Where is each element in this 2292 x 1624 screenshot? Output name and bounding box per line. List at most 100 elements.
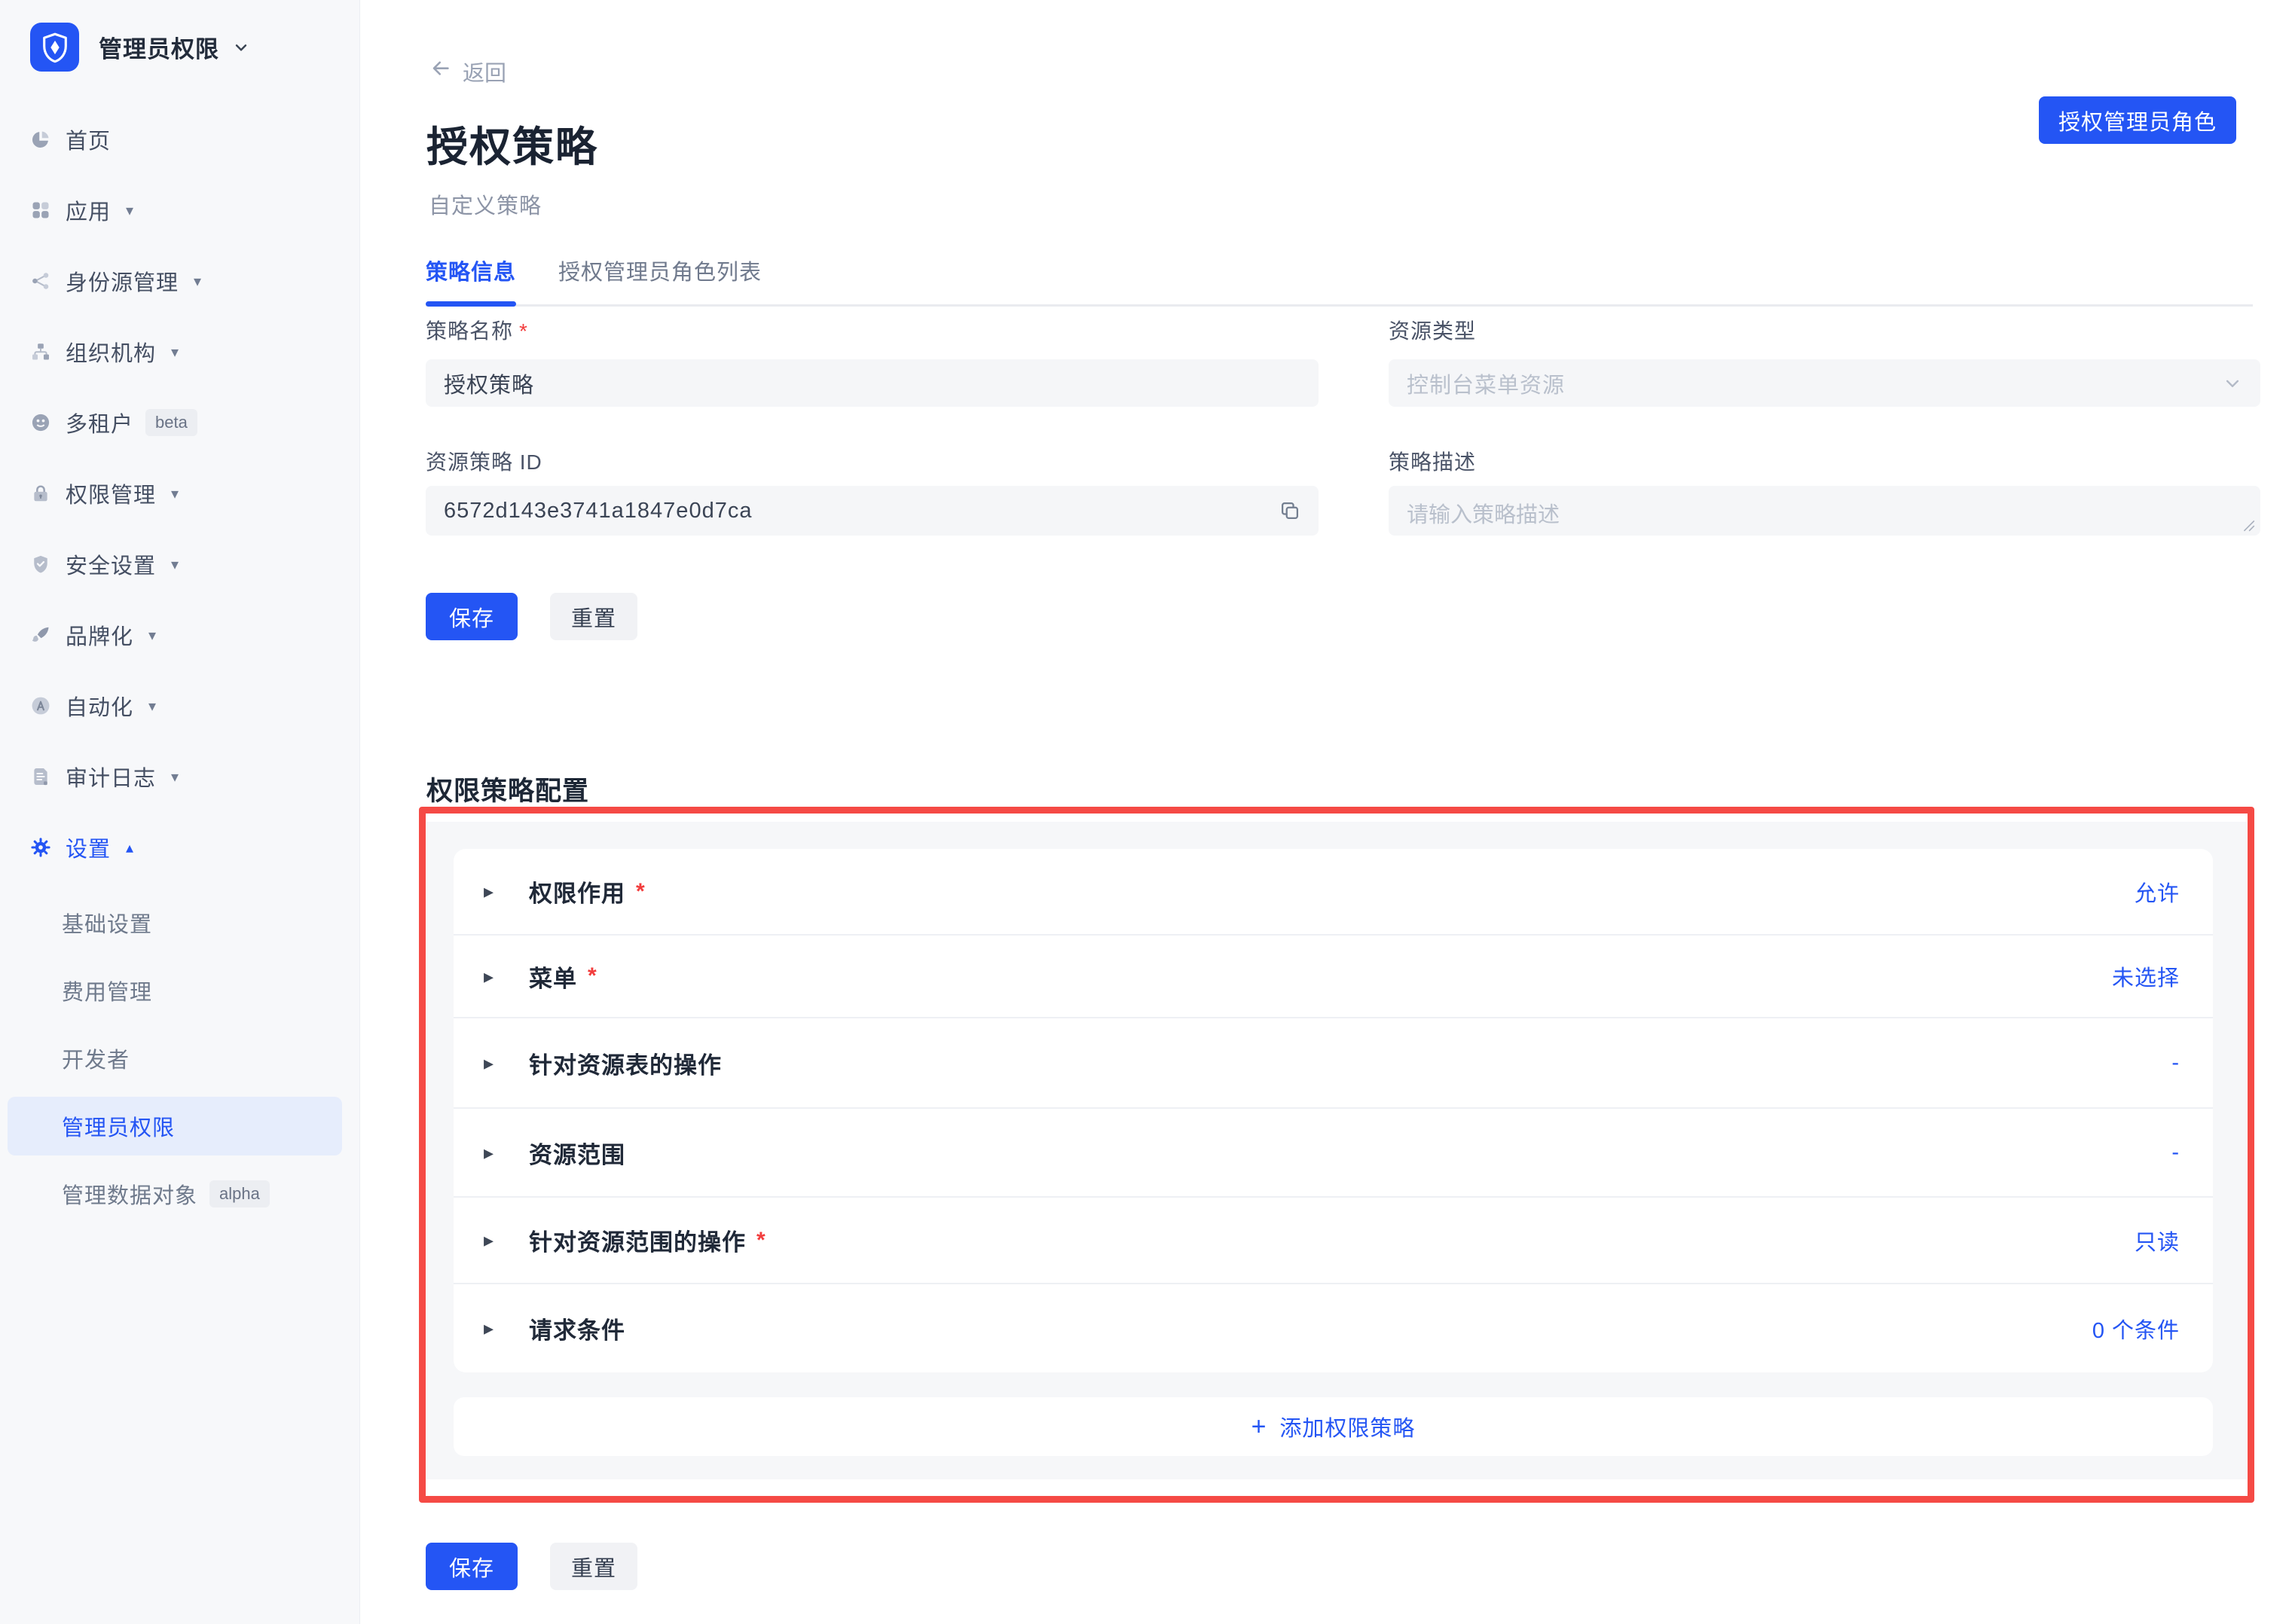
authorize-admin-role-button[interactable]: 授权管理员角色 <box>2039 96 2236 144</box>
save-button[interactable]: 保存 <box>426 593 518 640</box>
chevron-down-icon: ▾ <box>171 768 179 786</box>
chevron-down-icon: ▾ <box>171 343 179 362</box>
caret-right-icon[interactable]: ▸ <box>484 1317 508 1340</box>
sidebar-item-apps[interactable]: 应用 ▾ <box>0 195 360 225</box>
back-arrow-icon <box>429 57 452 86</box>
policy-row-resource-scope[interactable]: ▸ 资源范围 - <box>454 1109 2213 1198</box>
chevron-down-icon: ▾ <box>148 626 156 645</box>
required-asterisk: * <box>519 319 528 343</box>
plus-icon: + <box>1251 1412 1267 1442</box>
tab-policy-info[interactable]: 策略信息 <box>426 255 516 304</box>
sidebar-item-admin-permissions[interactable]: 管理员权限 <box>8 1097 342 1155</box>
sidebar-item-label: 应用 <box>66 194 111 226</box>
add-policy-button[interactable]: + 添加权限策略 <box>454 1397 2213 1456</box>
policy-desc-textarea[interactable] <box>1389 486 2260 536</box>
policy-name-label: 策略名称* <box>426 315 528 345</box>
app-switcher[interactable]: 管理员权限 <box>30 23 251 72</box>
sidebar-item-label: 审计日志 <box>66 761 156 792</box>
sub-item-label: 费用管理 <box>62 975 152 1006</box>
policy-row-request-conditions[interactable]: ▸ 请求条件 0 个条件 <box>454 1284 2213 1372</box>
resource-type-select[interactable]: 控制台菜单资源 <box>1389 359 2260 407</box>
sub-item-label: 基础设置 <box>62 907 152 939</box>
sidebar-item-label: 权限管理 <box>66 478 156 509</box>
org-tree-icon <box>30 341 51 362</box>
policy-name-input[interactable] <box>444 371 1300 395</box>
sub-item-label: 开发者 <box>62 1042 130 1074</box>
sidebar-item-label: 安全设置 <box>66 548 156 580</box>
chevron-down-icon: ▾ <box>194 272 201 291</box>
tab-authorized-admin-roles[interactable]: 授权管理员角色列表 <box>558 255 762 304</box>
chevron-up-icon: ▴ <box>126 838 133 857</box>
chevron-down-icon: ▾ <box>126 201 133 220</box>
reset-button-bottom[interactable]: 重置 <box>550 1543 637 1590</box>
resource-type-label: 资源类型 <box>1389 315 1476 345</box>
brush-icon <box>30 624 51 646</box>
app-title: 管理员权限 <box>99 30 219 64</box>
chevron-down-icon: ▾ <box>171 555 179 574</box>
sidebar-item-home[interactable]: 首页 <box>0 124 360 154</box>
reset-button[interactable]: 重置 <box>550 593 637 640</box>
sidebar-item-identity-sources[interactable]: 身份源管理 ▾ <box>0 266 360 296</box>
sidebar-item-audit-log[interactable]: 审计日志 ▾ <box>0 762 360 792</box>
policy-row-scope-actions[interactable]: ▸ 针对资源范围的操作 * 只读 <box>454 1198 2213 1284</box>
row-value[interactable]: 0 个条件 <box>2092 1313 2180 1345</box>
chevron-down-icon: ▾ <box>148 697 156 716</box>
sidebar-nav: 首页 应用 ▾ 身份源管理 ▾ 组织机构 ▾ 多租户 beta <box>0 124 360 903</box>
policy-row-table-actions[interactable]: ▸ 针对资源表的操作 - <box>454 1018 2213 1109</box>
required-asterisk: * <box>636 879 645 905</box>
row-value[interactable]: - <box>2171 1140 2180 1165</box>
apps-grid-icon <box>30 200 51 221</box>
sub-item-label: 管理员权限 <box>62 1110 175 1142</box>
resize-handle-icon[interactable] <box>2241 517 2256 533</box>
caret-right-icon[interactable]: ▸ <box>484 1141 508 1165</box>
row-value[interactable]: 只读 <box>2135 1225 2180 1256</box>
sidebar-item-basic-settings[interactable]: 基础设置 <box>0 889 360 957</box>
lock-icon <box>30 483 51 504</box>
caret-right-icon[interactable]: ▸ <box>484 965 508 988</box>
save-button-bottom[interactable]: 保存 <box>426 1543 518 1590</box>
automation-a-icon <box>30 695 51 716</box>
sidebar-item-organization[interactable]: 组织机构 ▾ <box>0 337 360 367</box>
sidebar-item-managed-data-objects[interactable]: 管理数据对象 alpha <box>0 1160 360 1228</box>
sidebar-item-automation[interactable]: 自动化 ▾ <box>0 691 360 721</box>
caret-right-icon[interactable]: ▸ <box>484 1052 508 1075</box>
row-value[interactable]: - <box>2171 1051 2180 1076</box>
resource-type-value: 控制台菜单资源 <box>1407 368 1565 399</box>
sidebar-item-branding[interactable]: 品牌化 ▾ <box>0 620 360 650</box>
shield-logo-icon <box>30 23 79 72</box>
sidebar-item-permissions[interactable]: 权限管理 ▾ <box>0 478 360 508</box>
required-asterisk: * <box>588 963 597 989</box>
sidebar-item-developers[interactable]: 开发者 <box>0 1024 360 1092</box>
chevron-down-icon <box>2221 372 2244 395</box>
policy-row-effect[interactable]: ▸ 权限作用 * 允许 <box>454 849 2213 936</box>
sidebar-item-label: 组织机构 <box>66 336 156 368</box>
row-value[interactable]: 允许 <box>2135 876 2180 908</box>
policy-id-input[interactable] <box>444 499 1300 524</box>
policy-config-title: 权限策略配置 <box>426 770 589 808</box>
policy-row-menu[interactable]: ▸ 菜单 * 未选择 <box>454 936 2213 1018</box>
chevron-down-icon <box>231 38 251 57</box>
caret-right-icon[interactable]: ▸ <box>484 1229 508 1252</box>
tab-bar: 策略信息 授权管理员角色列表 <box>426 255 2253 307</box>
sidebar-item-label: 多租户 <box>66 407 133 438</box>
sidebar-item-multi-tenant[interactable]: 多租户 beta <box>0 408 360 438</box>
policy-config-panel: ▸ 权限作用 * 允许 ▸ 菜单 * 未选择 ▸ 针对资源表的操作 - <box>426 822 2247 1479</box>
sidebar: 管理员权限 首页 应用 ▾ 身份源管理 ▾ 组织机构 <box>0 0 360 1624</box>
audit-log-icon <box>30 766 51 787</box>
caret-right-icon[interactable]: ▸ <box>484 880 508 903</box>
sidebar-item-billing[interactable]: 费用管理 <box>0 957 360 1024</box>
back-label: 返回 <box>463 56 506 87</box>
sidebar-item-settings[interactable]: 设置 ▴ <box>0 832 360 862</box>
policy-id-field-wrap <box>426 486 1319 536</box>
shield-check-icon <box>30 554 51 575</box>
gear-icon <box>30 837 51 858</box>
row-value[interactable]: 未选择 <box>2112 960 2180 992</box>
page-title: 授权策略 <box>426 113 598 173</box>
chevron-down-icon: ▾ <box>171 484 179 503</box>
back-button[interactable]: 返回 <box>429 56 506 87</box>
required-asterisk: * <box>756 1228 766 1253</box>
sidebar-item-label: 设置 <box>66 832 111 863</box>
copy-icon[interactable] <box>1278 499 1302 523</box>
sidebar-item-security[interactable]: 安全设置 ▾ <box>0 549 360 579</box>
home-pie-icon <box>30 129 51 150</box>
